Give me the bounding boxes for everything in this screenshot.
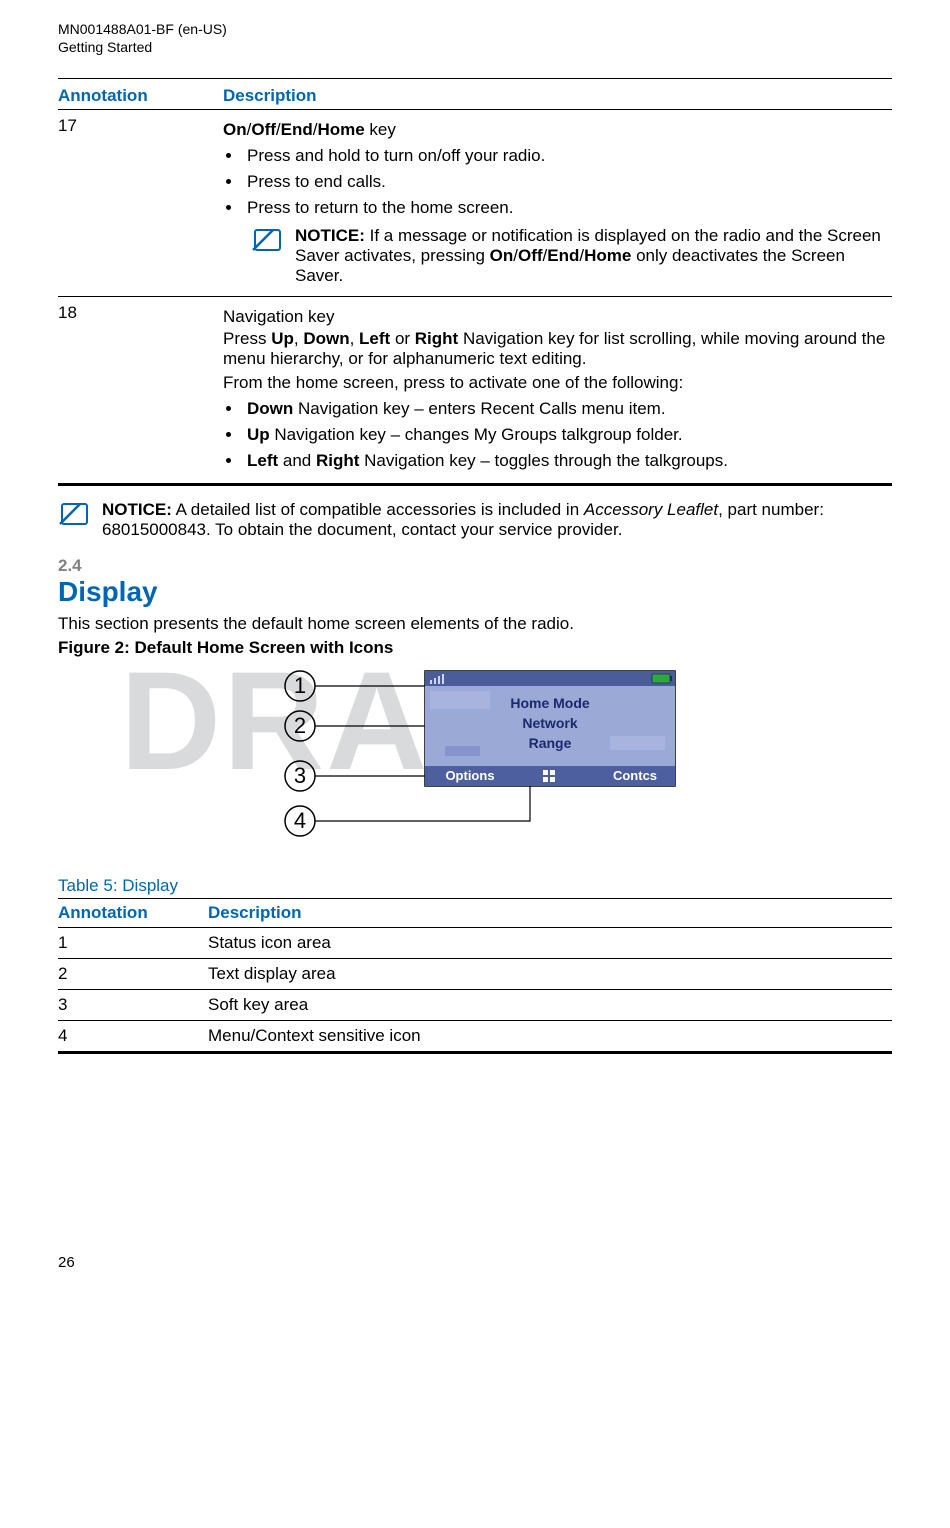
label-right: Right — [316, 451, 359, 470]
screen-line2: Network — [522, 715, 577, 731]
label-down: Down — [303, 329, 349, 348]
table-row: 18 Navigation key Press Up, Down, Left o… — [58, 297, 892, 485]
description-cell: Navigation key Press Up, Down, Left or R… — [223, 297, 892, 485]
figure-caption: Figure 2: Default Home Screen with Icons — [58, 638, 892, 658]
th-annotation: Annotation — [58, 899, 208, 928]
page-number: 26 — [58, 1254, 892, 1271]
description-cell: Menu/Context sensitive icon — [208, 1021, 892, 1053]
nav-press: Press — [223, 329, 271, 348]
list-item: Left and Right Navigation key – toggles … — [243, 451, 892, 471]
label-off: Off — [251, 120, 276, 139]
page-header: MN001488A01-BF (en-US) Getting Started — [58, 20, 892, 56]
label-end: End — [281, 120, 313, 139]
li-mid: and — [278, 451, 316, 470]
softkey-left: Options — [445, 768, 494, 783]
notice-label: NOTICE: — [102, 500, 172, 519]
list-item: Press to return to the home screen. — [243, 198, 892, 218]
label-end: End — [547, 246, 579, 265]
standalone-notice: NOTICE: A detailed list of compatible ac… — [58, 500, 892, 540]
label-left: Left — [359, 329, 390, 348]
notice-text: NOTICE: A detailed list of compatible ac… — [102, 500, 892, 540]
section-body: This section presents the default home s… — [58, 614, 892, 634]
label-up: Up — [247, 425, 270, 444]
label-on: On — [223, 120, 247, 139]
softkey-right: Contcs — [613, 768, 657, 783]
description-cell: Status icon area — [208, 928, 892, 959]
label-home: Home — [584, 246, 631, 265]
notice-em: Accessory Leaflet — [584, 500, 718, 519]
li-suffix: Navigation key – changes My Groups talkg… — [270, 425, 683, 444]
label-right: Right — [415, 329, 458, 348]
callout-2: 2 — [294, 713, 306, 738]
nav-line: Press Up, Down, Left or Right Navigation… — [223, 329, 892, 369]
th-description: Description — [208, 899, 892, 928]
annotation-cell: 2 — [58, 959, 208, 990]
table-row: 4 Menu/Context sensitive icon — [58, 1021, 892, 1053]
notice-text: NOTICE: If a message or notification is … — [295, 226, 892, 286]
table-row: 2 Text display area — [58, 959, 892, 990]
notice-label: NOTICE: — [295, 226, 365, 245]
notice-icon — [251, 226, 285, 261]
label-off: Off — [518, 246, 543, 265]
notice-block: NOTICE: If a message or notification is … — [251, 226, 892, 286]
description-cell: On/Off/End/Home key Press and hold to tu… — [223, 110, 892, 297]
nav-line2: From the home screen, press to activate … — [223, 373, 892, 393]
label-left: Left — [247, 451, 278, 470]
th-annotation: Annotation — [58, 83, 223, 110]
list-item: Down Navigation key – enters Recent Call… — [243, 399, 892, 419]
li-suffix: Navigation key – enters Recent Calls men… — [293, 399, 665, 418]
table-caption: Table 5: Display — [58, 876, 892, 896]
bullet-list: Press and hold to turn on/off your radio… — [243, 146, 892, 218]
annotation-cell: 4 — [58, 1021, 208, 1053]
label-on: On — [490, 246, 514, 265]
callout-4: 4 — [294, 808, 306, 833]
annotation-cell: 3 — [58, 990, 208, 1021]
notice-icon — [58, 500, 92, 535]
description-cell: Soft key area — [208, 990, 892, 1021]
figure: 1 2 3 4 — [58, 666, 892, 856]
section-title: Display — [58, 576, 892, 608]
annotation-table: Annotation Description 17 On/Off/End/Hom… — [58, 83, 892, 486]
table-row: 3 Soft key area — [58, 990, 892, 1021]
notice-pre: A detailed list of compatible accessorie… — [172, 500, 584, 519]
label-suffix: key — [365, 120, 396, 139]
table-row: 17 On/Off/End/Home key Press and hold to… — [58, 110, 892, 297]
label-up: Up — [271, 329, 294, 348]
list-item: Up Navigation key – changes My Groups ta… — [243, 425, 892, 445]
callout-3: 3 — [294, 763, 306, 788]
li-suffix: Navigation key – toggles through the tal… — [359, 451, 728, 470]
section-path: Getting Started — [58, 38, 892, 56]
callout-1: 1 — [294, 673, 306, 698]
th-description: Description — [223, 83, 892, 110]
label-down: Down — [247, 399, 293, 418]
nav-title: Navigation key — [223, 307, 892, 327]
table-row: 1 Status icon area — [58, 928, 892, 959]
list-item: Press to end calls. — [243, 172, 892, 192]
annotation-cell: 1 — [58, 928, 208, 959]
annotation-cell: 18 — [58, 297, 223, 485]
list-item: Press and hold to turn on/off your radio… — [243, 146, 892, 166]
doc-id: MN001488A01-BF (en-US) — [58, 20, 892, 38]
screen-line3: Range — [529, 735, 572, 751]
divider — [58, 78, 892, 79]
bullet-list: Down Navigation key – enters Recent Call… — [243, 399, 892, 471]
annotation-cell: 17 — [58, 110, 223, 297]
display-table: Annotation Description 1 Status icon are… — [58, 898, 892, 1054]
key-title: On/Off/End/Home key — [223, 120, 892, 140]
section-number: 2.4 — [58, 556, 892, 576]
description-cell: Text display area — [208, 959, 892, 990]
battery-icon — [652, 674, 672, 683]
label-home: Home — [317, 120, 364, 139]
screen-line1: Home Mode — [510, 695, 590, 711]
